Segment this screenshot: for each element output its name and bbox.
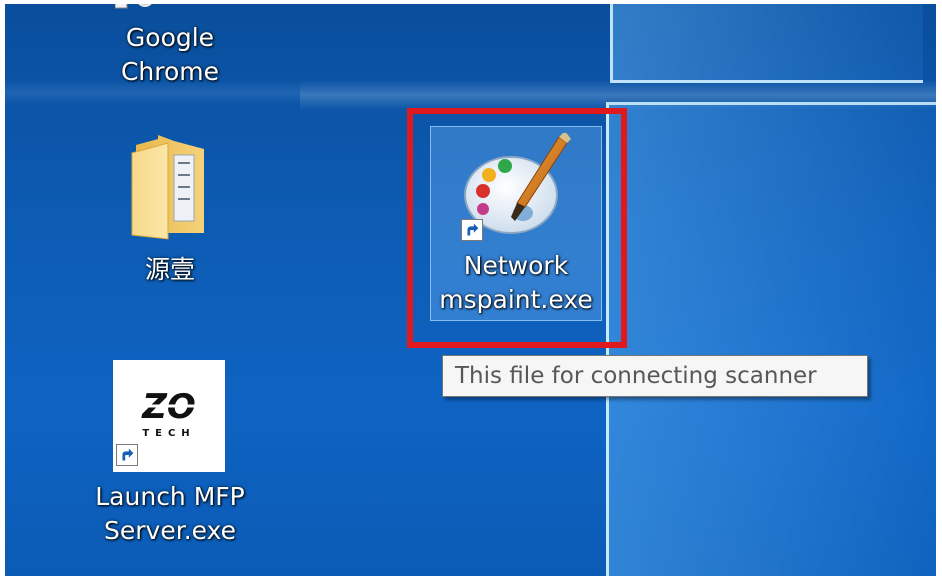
wallpaper-window-pane [606,102,939,582]
zo-logo-subtext: TECH [142,428,195,439]
desktop-icon-label: Launch MFP Server.exe [95,482,245,545]
folder-icon [131,135,204,240]
desktop-icon-label: 源壹 [144,255,195,284]
desktop-icon-label: Google Chrome [120,23,220,86]
screenshot-border [0,0,5,582]
shortcut-arrow-icon [116,444,138,466]
tooltip: This file for connecting scanner [442,355,868,397]
desktop[interactable]: Google Chrome 源壹 Network mspaint.exe Thi… [0,0,942,582]
screenshot-border [0,0,942,4]
desktop-icon-folder[interactable]: 源壹 [110,135,230,295]
screenshot-border [0,576,942,582]
red-highlight-box [407,108,627,348]
desktop-icon-launch-mfp-server[interactable]: ZO TECH Launch MFP Server.exe [80,360,260,550]
screenshot-border [936,0,942,582]
wallpaper-window-pane [610,0,923,83]
desktop-icon-google-chrome[interactable]: Google Chrome [95,0,245,90]
